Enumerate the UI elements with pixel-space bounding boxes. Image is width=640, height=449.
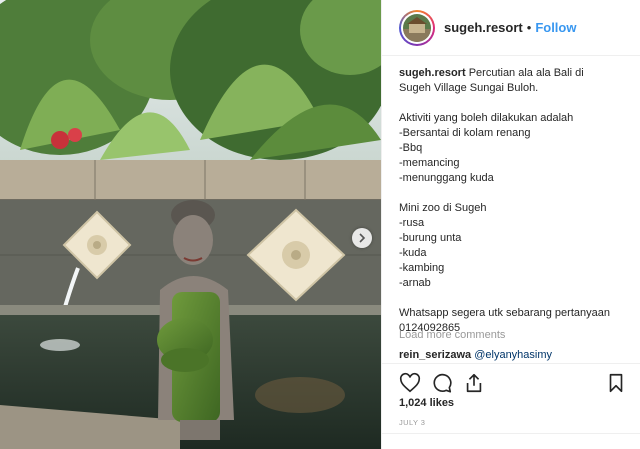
avatar[interactable] bbox=[399, 9, 435, 46]
add-comment-area[interactable] bbox=[382, 433, 640, 449]
next-photo-button[interactable] bbox=[352, 228, 372, 248]
post-caption: sugeh.resort Percutian ala ala Bali di S… bbox=[399, 66, 635, 336]
post-side-panel: sugeh.resort • Follow sugeh.resort Percu… bbox=[381, 0, 640, 449]
caption-line bbox=[399, 96, 635, 111]
caption-username[interactable]: sugeh.resort bbox=[399, 67, 466, 79]
caption-line: -kuda bbox=[399, 247, 427, 259]
chevron-right-icon bbox=[359, 233, 366, 243]
caption-line: Sugeh Village Sungai Buloh. bbox=[399, 82, 539, 94]
header-username[interactable]: sugeh.resort bbox=[444, 20, 523, 35]
share-icon[interactable] bbox=[463, 372, 485, 394]
post-date[interactable]: JULY 3 bbox=[399, 418, 425, 427]
heart-icon[interactable] bbox=[399, 372, 421, 394]
caption-line: -memancing bbox=[399, 157, 460, 169]
header-separator: • bbox=[526, 20, 532, 35]
follow-button[interactable]: Follow bbox=[535, 20, 576, 35]
caption-line: Whatsapp segera utk sebarang pertanyaan bbox=[399, 307, 610, 319]
caption-line: -kambing bbox=[399, 262, 445, 274]
comment-username[interactable]: rein_serizawa bbox=[399, 349, 471, 361]
avatar-image bbox=[403, 13, 431, 42]
caption-line: -menunggang kuda bbox=[399, 172, 494, 184]
caption-line: -arnab bbox=[399, 277, 431, 289]
caption-line: sugeh.resort Percutian ala ala Bali di bbox=[399, 66, 635, 81]
load-more-comments-link[interactable]: Load more comments bbox=[399, 329, 505, 341]
caption-line: Mini zoo di Sugeh bbox=[399, 202, 487, 214]
likes-count[interactable]: 1,024 likes bbox=[399, 397, 454, 409]
bookmark-icon[interactable] bbox=[605, 372, 627, 394]
statue-fountain-photo bbox=[0, 0, 381, 449]
caption-line: -rusa bbox=[399, 217, 425, 229]
comment-mention[interactable]: @elyanyhasimy bbox=[474, 349, 552, 361]
comment-item: rein_serizawa @elyanyhasimy bbox=[399, 349, 552, 361]
instagram-post: sugeh.resort • Follow sugeh.resort Percu… bbox=[0, 0, 640, 449]
caption-text: Percutian ala ala Bali di bbox=[468, 67, 584, 79]
caption-line: -Bersantai di kolam renang bbox=[399, 127, 531, 139]
caption-line: -Bbq bbox=[399, 142, 423, 154]
post-photo[interactable] bbox=[0, 0, 381, 449]
post-header: sugeh.resort • Follow bbox=[382, 0, 640, 56]
comment-bubble-icon[interactable] bbox=[431, 372, 453, 394]
caption-line bbox=[399, 186, 635, 201]
caption-line: Aktiviti yang boleh dilakukan adalah bbox=[399, 112, 574, 124]
caption-line: -burung unta bbox=[399, 232, 462, 244]
caption-line bbox=[399, 291, 635, 306]
